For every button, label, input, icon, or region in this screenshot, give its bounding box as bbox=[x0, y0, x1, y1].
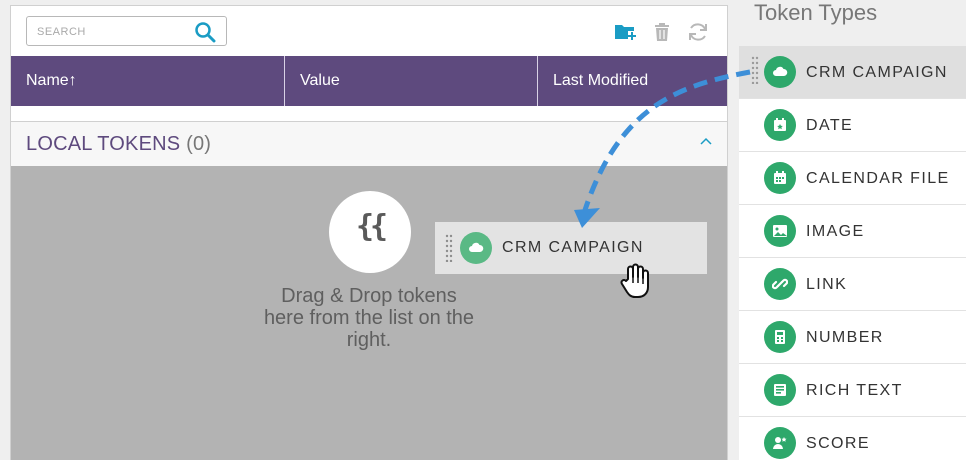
token-type-label: SCORE bbox=[806, 435, 870, 452]
rich-text-icon bbox=[764, 374, 796, 406]
token-type-link[interactable]: LINK bbox=[739, 258, 966, 311]
token-type-label: DATE bbox=[806, 117, 854, 134]
cloud-icon bbox=[460, 232, 492, 264]
local-tokens-count: (0) bbox=[186, 133, 212, 155]
drag-handle-icon[interactable] bbox=[751, 56, 759, 84]
dragged-token[interactable]: CRM CAMPAIGN bbox=[435, 222, 707, 274]
token-type-rich-text[interactable]: RICH TEXT bbox=[739, 364, 966, 417]
token-type-label: LINK bbox=[806, 276, 848, 293]
calculator-icon bbox=[764, 321, 796, 353]
token-types-title: Token Types bbox=[754, 0, 878, 25]
search-icon[interactable] bbox=[194, 21, 216, 43]
calendar-file-icon bbox=[764, 162, 796, 194]
trash-icon[interactable] bbox=[650, 20, 674, 44]
column-last-modified-header[interactable]: Last Modified bbox=[538, 56, 727, 106]
search-input[interactable] bbox=[37, 23, 187, 41]
toolbar bbox=[11, 6, 727, 56]
cloud-icon bbox=[764, 56, 796, 88]
token-type-label: CRM CAMPAIGN bbox=[806, 64, 948, 81]
token-type-image[interactable]: IMAGE bbox=[739, 205, 966, 258]
token-type-crm-campaign[interactable]: CRM CAMPAIGN bbox=[739, 46, 966, 99]
link-icon bbox=[764, 268, 796, 300]
token-type-number[interactable]: NUMBER bbox=[739, 311, 966, 364]
token-type-label: NUMBER bbox=[806, 329, 884, 346]
token-type-score[interactable]: SCORE bbox=[739, 417, 966, 460]
token-type-date[interactable]: DATE bbox=[739, 99, 966, 152]
local-tokens-title: LOCAL TOKENS (0) bbox=[26, 133, 211, 156]
calendar-date-icon bbox=[764, 109, 796, 141]
token-type-label: RICH TEXT bbox=[806, 382, 903, 399]
table-header: Name↑ Value Last Modified bbox=[11, 56, 727, 106]
folder-plus-icon[interactable] bbox=[613, 20, 637, 44]
token-drop-zone[interactable]: {{ Drag & Drop tokens here from the list… bbox=[11, 166, 727, 460]
search-box[interactable] bbox=[26, 16, 227, 46]
score-icon bbox=[764, 427, 796, 459]
column-name-header[interactable]: Name↑ bbox=[11, 56, 285, 106]
curly-braces-glyph: {{ bbox=[355, 209, 388, 244]
drop-zone-message: Drag & Drop tokens here from the list on… bbox=[263, 285, 475, 351]
dragged-token-label: CRM CAMPAIGN bbox=[502, 239, 644, 256]
refresh-icon[interactable] bbox=[686, 20, 710, 44]
token-type-label: CALENDAR FILE bbox=[806, 170, 950, 187]
curly-braces-icon: {{ bbox=[329, 191, 411, 273]
token-type-label: IMAGE bbox=[806, 223, 865, 240]
drag-handle-icon[interactable] bbox=[445, 234, 453, 262]
column-value-header[interactable]: Value bbox=[285, 56, 538, 106]
image-icon bbox=[764, 215, 796, 247]
local-tokens-section-header[interactable]: LOCAL TOKENS (0) bbox=[11, 121, 727, 166]
chevron-up-icon[interactable] bbox=[699, 136, 713, 146]
local-tokens-label: LOCAL TOKENS bbox=[26, 133, 181, 155]
token-types-list: CRM CAMPAIGN DATE CALENDAR FILE IMAGE LI… bbox=[739, 46, 966, 460]
token-type-calendar-file[interactable]: CALENDAR FILE bbox=[739, 152, 966, 205]
hand-cursor-icon bbox=[620, 263, 649, 298]
